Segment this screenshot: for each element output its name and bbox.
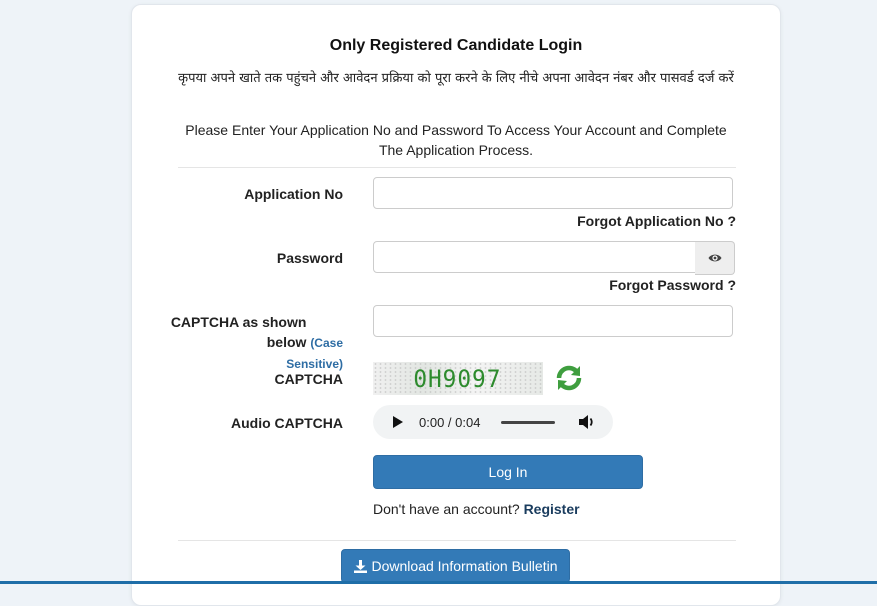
- eye-icon: [708, 254, 721, 262]
- captcha-text: 0H9097: [413, 365, 502, 393]
- hindi-instruction: कृपया अपने खाते तक पहुंचने और आवेदन प्रक…: [178, 71, 734, 86]
- captcha-input[interactable]: [373, 305, 733, 337]
- register-prompt: Don't have an account? Register: [373, 501, 580, 517]
- download-bulletin-label: Download Information Bulletin: [371, 558, 558, 574]
- login-card: Only Registered Candidate Login कृपया अप…: [131, 4, 781, 606]
- application-no-input[interactable]: [373, 177, 733, 209]
- audio-progress-track[interactable]: [501, 421, 555, 424]
- captcha-label-main: CAPTCHA as shown below: [170, 314, 307, 350]
- no-account-text: Don't have an account?: [373, 501, 520, 517]
- audio-captcha-player[interactable]: 0:00 / 0:04: [373, 405, 613, 439]
- application-no-label: Application No: [244, 186, 343, 202]
- play-icon[interactable]: [393, 416, 403, 428]
- register-link[interactable]: Register: [524, 501, 580, 517]
- download-bulletin-button[interactable]: Download Information Bulletin: [341, 549, 570, 583]
- captcha-image: 0H9097: [373, 362, 543, 395]
- login-button[interactable]: Log In: [373, 455, 643, 489]
- forgot-password-link[interactable]: Forgot Password ?: [609, 277, 736, 293]
- captcha-image-label: CAPTCHA: [274, 371, 343, 387]
- password-label: Password: [276, 250, 343, 266]
- header-divider: [178, 167, 736, 168]
- audio-captcha-label: Audio CAPTCHA: [231, 415, 343, 431]
- volume-icon[interactable]: [578, 414, 596, 430]
- show-password-button[interactable]: [695, 241, 735, 275]
- forgot-application-no-link[interactable]: Forgot Application No ?: [577, 213, 736, 229]
- captcha-input-label: CAPTCHA as shown below (Case Sensitive): [132, 312, 343, 374]
- login-title: Only Registered Candidate Login: [329, 37, 583, 54]
- password-input[interactable]: [373, 241, 696, 273]
- footer-divider: [178, 540, 736, 541]
- download-icon: [353, 559, 367, 573]
- refresh-icon[interactable]: [553, 362, 585, 394]
- english-instruction: Please Enter Your Application No and Pas…: [185, 122, 727, 158]
- audio-time: 0:00 / 0:04: [419, 415, 481, 430]
